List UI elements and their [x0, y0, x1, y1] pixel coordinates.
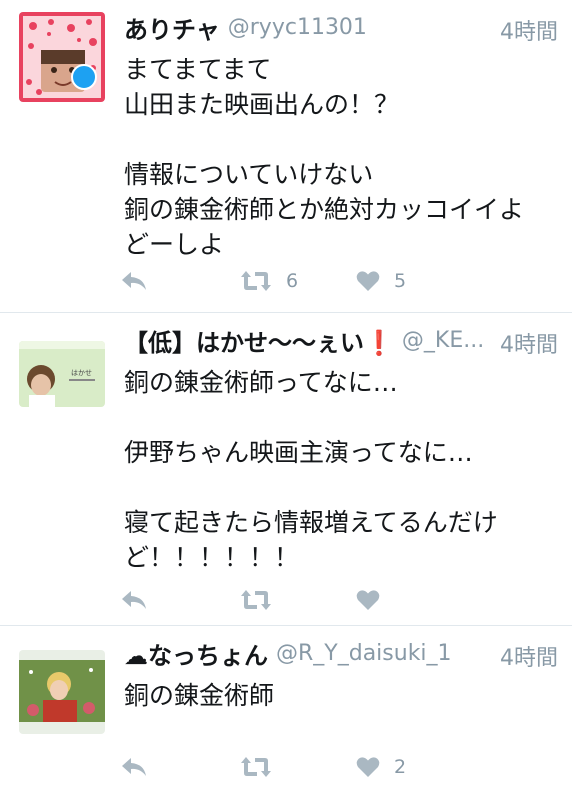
avatar[interactable]: はかせ: [19, 341, 105, 407]
timestamp[interactable]: 4時間: [500, 640, 558, 672]
reply-button[interactable]: [120, 752, 148, 782]
retweet-icon: [241, 757, 271, 777]
tweet[interactable]: ありチャ @ryyc11301 4時間 まてまてまて 山田また映画出んの！？ 情報…: [0, 0, 572, 313]
retweet-button[interactable]: [240, 752, 286, 782]
tweet-actions: 6 5: [120, 266, 440, 296]
retweet-button[interactable]: [240, 585, 286, 615]
like-button[interactable]: 2: [356, 752, 406, 782]
tweet-header: 【低】はかせ〜〜ぇい❗ @_KE... 4時間: [124, 323, 558, 363]
tweet-line: 銅の錬金術師: [124, 681, 275, 710]
tweet-line: ど！！！！！！: [124, 543, 300, 572]
reply-button[interactable]: [120, 266, 148, 296]
tweet-line: 山田また映画出んの！？: [124, 90, 400, 119]
tweet[interactable]: はかせ 【低】はかせ〜〜ぇい❗ @_KE... 4時間 銅の錬金術師ってなに… 伊…: [0, 313, 572, 626]
tweet-line: [124, 470, 552, 505]
heart-icon: [356, 757, 380, 777]
retweet-icon: [241, 590, 271, 610]
tweet-header: ありチャ @ryyc11301 4時間: [124, 10, 558, 50]
tweet-actions: [120, 585, 440, 615]
tweet-line: 情報についていけない: [124, 160, 374, 189]
tweet[interactable]: ☁なっちょん @R_Y_daisuki_1 4時間 銅の錬金術師 2: [0, 626, 572, 799]
tweet-line: [124, 122, 552, 157]
tweet-actions: 2: [120, 752, 440, 782]
display-name[interactable]: 【低】はかせ〜〜ぇい❗: [124, 329, 394, 357]
tweet-text: 銅の錬金術師ってなに… 伊野ちゃん映画主演ってなに… 寝て起きたら情報増えてるん…: [124, 365, 552, 575]
user-handle[interactable]: @_KE...: [402, 328, 484, 353]
like-button[interactable]: 5: [356, 266, 406, 296]
reply-icon: [122, 272, 146, 290]
like-count: 2: [394, 756, 407, 778]
display-name[interactable]: ありチャ: [124, 16, 220, 44]
user-handle[interactable]: @ryyc11301: [228, 15, 367, 40]
display-name[interactable]: ☁なっちょん: [124, 642, 268, 670]
avatar[interactable]: [19, 12, 105, 102]
retweet-icon: [241, 271, 271, 291]
avatar-image: はかせ: [19, 341, 105, 407]
tweet-line: 伊野ちゃん映画主演ってなに…: [124, 438, 473, 467]
heart-icon: [356, 590, 380, 610]
tweet-line: 銅の錬金術師ってなに…: [124, 368, 398, 397]
timestamp[interactable]: 4時間: [500, 14, 558, 46]
tweet-text: 銅の錬金術師: [124, 678, 552, 713]
retweet-count: 6: [286, 270, 299, 292]
like-count: 5: [394, 270, 407, 292]
retweet-button[interactable]: 6: [240, 266, 298, 296]
avatar[interactable]: [19, 650, 105, 734]
tweet-line: どーしよ: [124, 230, 225, 259]
tweet-line: 寝て起きたら情報増えてるんだけ: [124, 508, 498, 537]
timestamp[interactable]: 4時間: [500, 327, 558, 359]
avatar-image: [19, 650, 105, 734]
avatar-image: [19, 12, 105, 102]
tweet-line: まてまてまて: [124, 55, 272, 84]
user-handle[interactable]: @R_Y_daisuki_1: [276, 641, 452, 666]
svg-text:はかせ: はかせ: [71, 369, 92, 377]
reply-button[interactable]: [120, 585, 148, 615]
tweet-line: 銅の錬金術師とか絶対カッコイイよ: [124, 195, 525, 224]
tweet-text: まてまてまて 山田また映画出んの！？ 情報についていけない 銅の錬金術師とか絶対…: [124, 52, 552, 262]
reply-icon: [122, 591, 146, 609]
like-button[interactable]: [356, 585, 394, 615]
verified-badge-icon: [71, 64, 97, 90]
tweet-line: [124, 400, 552, 435]
heart-icon: [356, 271, 380, 291]
tweet-header: ☁なっちょん @R_Y_daisuki_1 4時間: [124, 636, 558, 676]
reply-icon: [122, 758, 146, 776]
